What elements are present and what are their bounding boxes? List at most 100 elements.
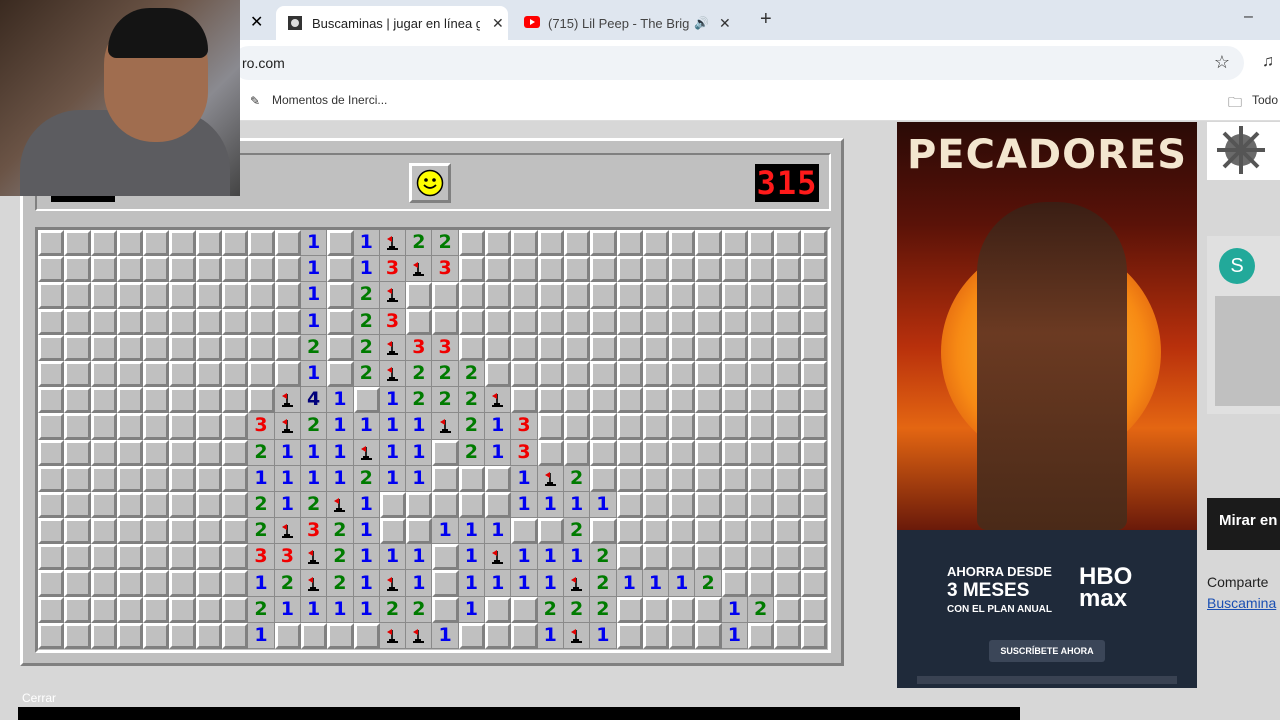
number-cell[interactable]: 1 xyxy=(642,570,670,597)
number-cell[interactable]: 2 xyxy=(432,230,459,257)
hidden-cell[interactable] xyxy=(38,518,65,545)
hidden-cell[interactable] xyxy=(616,282,643,309)
hidden-cell[interactable] xyxy=(64,622,91,649)
flag-cell[interactable] xyxy=(300,570,328,597)
hidden-cell[interactable] xyxy=(774,282,801,309)
hidden-cell[interactable] xyxy=(563,439,591,466)
hidden-cell[interactable] xyxy=(563,230,591,257)
hidden-cell[interactable] xyxy=(38,334,65,361)
number-cell[interactable]: 1 xyxy=(590,622,617,649)
hidden-cell[interactable] xyxy=(432,439,459,466)
number-cell[interactable]: 2 xyxy=(695,570,722,597)
hidden-cell[interactable] xyxy=(669,439,696,466)
hidden-cell[interactable] xyxy=(485,596,512,623)
hidden-cell[interactable] xyxy=(669,622,696,649)
hidden-cell[interactable] xyxy=(169,439,196,466)
hidden-cell[interactable] xyxy=(721,491,749,519)
hidden-cell[interactable] xyxy=(642,596,670,623)
number-cell[interactable]: 1 xyxy=(379,544,407,571)
number-cell[interactable]: 1 xyxy=(721,622,749,649)
hidden-cell[interactable] xyxy=(143,387,170,414)
number-cell[interactable]: 1 xyxy=(353,596,380,623)
hidden-cell[interactable] xyxy=(195,544,223,571)
number-cell[interactable]: 1 xyxy=(379,465,407,492)
hidden-cell[interactable] xyxy=(563,413,591,440)
hidden-cell[interactable] xyxy=(563,282,591,309)
hidden-cell[interactable] xyxy=(432,491,459,519)
hidden-cell[interactable] xyxy=(590,282,617,309)
hidden-cell[interactable] xyxy=(800,596,827,623)
hidden-cell[interactable] xyxy=(748,622,775,649)
hidden-cell[interactable] xyxy=(222,570,249,597)
flag-cell[interactable] xyxy=(537,465,564,492)
hidden-cell[interactable] xyxy=(748,230,775,257)
number-cell[interactable]: 2 xyxy=(458,360,486,388)
hidden-cell[interactable] xyxy=(774,439,801,466)
hidden-cell[interactable] xyxy=(800,491,827,519)
hidden-cell[interactable] xyxy=(143,465,170,492)
hidden-cell[interactable] xyxy=(669,465,696,492)
number-cell[interactable]: 2 xyxy=(432,387,459,414)
hidden-cell[interactable] xyxy=(774,308,801,335)
hidden-cell[interactable] xyxy=(695,360,722,388)
number-cell[interactable]: 1 xyxy=(274,439,301,466)
hidden-cell[interactable] xyxy=(379,491,407,519)
number-cell[interactable]: 2 xyxy=(563,596,591,623)
hidden-cell[interactable] xyxy=(222,465,249,492)
hidden-cell[interactable] xyxy=(458,308,486,335)
hidden-cell[interactable] xyxy=(143,413,170,440)
minesweeper-link[interactable]: Buscamina xyxy=(1207,595,1276,611)
number-cell[interactable]: 1 xyxy=(537,570,564,597)
hidden-cell[interactable] xyxy=(721,282,749,309)
hidden-cell[interactable] xyxy=(695,413,722,440)
hidden-cell[interactable] xyxy=(669,308,696,335)
hidden-cell[interactable] xyxy=(458,465,486,492)
hidden-cell[interactable] xyxy=(64,518,91,545)
hidden-cell[interactable] xyxy=(721,256,749,283)
hidden-cell[interactable] xyxy=(511,518,538,545)
hidden-cell[interactable] xyxy=(511,282,538,309)
hidden-cell[interactable] xyxy=(327,622,354,649)
number-cell[interactable]: 2 xyxy=(353,360,380,388)
hidden-cell[interactable] xyxy=(116,282,144,309)
hidden-cell[interactable] xyxy=(669,596,696,623)
hidden-cell[interactable] xyxy=(116,308,144,335)
hidden-cell[interactable] xyxy=(143,439,170,466)
number-cell[interactable]: 3 xyxy=(274,544,301,571)
hidden-cell[interactable] xyxy=(669,518,696,545)
number-cell[interactable]: 1 xyxy=(353,491,380,519)
flag-cell[interactable] xyxy=(379,334,407,361)
number-cell[interactable]: 1 xyxy=(300,282,328,309)
number-cell[interactable]: 1 xyxy=(248,622,275,649)
hidden-cell[interactable] xyxy=(642,230,670,257)
hidden-cell[interactable] xyxy=(537,256,564,283)
hidden-cell[interactable] xyxy=(169,387,196,414)
hidden-cell[interactable] xyxy=(222,256,249,283)
number-cell[interactable]: 2 xyxy=(300,334,328,361)
hidden-cell[interactable] xyxy=(327,308,354,335)
hidden-cell[interactable] xyxy=(669,491,696,519)
flag-cell[interactable] xyxy=(379,622,407,649)
number-cell[interactable]: 2 xyxy=(353,308,380,335)
bookmark-item[interactable]: Momentos de Inerci... xyxy=(272,93,387,107)
flag-cell[interactable] xyxy=(563,570,591,597)
hidden-cell[interactable] xyxy=(90,596,117,623)
hidden-cell[interactable] xyxy=(195,622,223,649)
hidden-cell[interactable] xyxy=(116,413,144,440)
subscribe-button[interactable]: SUSCRÍBETE AHORA xyxy=(989,640,1105,662)
hidden-cell[interactable] xyxy=(432,596,459,623)
hidden-cell[interactable] xyxy=(563,308,591,335)
hidden-cell[interactable] xyxy=(748,518,775,545)
number-cell[interactable]: 2 xyxy=(353,465,380,492)
hidden-cell[interactable] xyxy=(721,465,749,492)
hidden-cell[interactable] xyxy=(248,334,275,361)
hidden-cell[interactable] xyxy=(327,256,354,283)
hidden-cell[interactable] xyxy=(169,334,196,361)
hidden-cell[interactable] xyxy=(669,387,696,414)
hidden-cell[interactable] xyxy=(169,570,196,597)
hidden-cell[interactable] xyxy=(116,622,144,649)
hidden-cell[interactable] xyxy=(748,360,775,388)
number-cell[interactable]: 1 xyxy=(485,570,512,597)
hidden-cell[interactable] xyxy=(116,256,144,283)
hidden-cell[interactable] xyxy=(590,334,617,361)
